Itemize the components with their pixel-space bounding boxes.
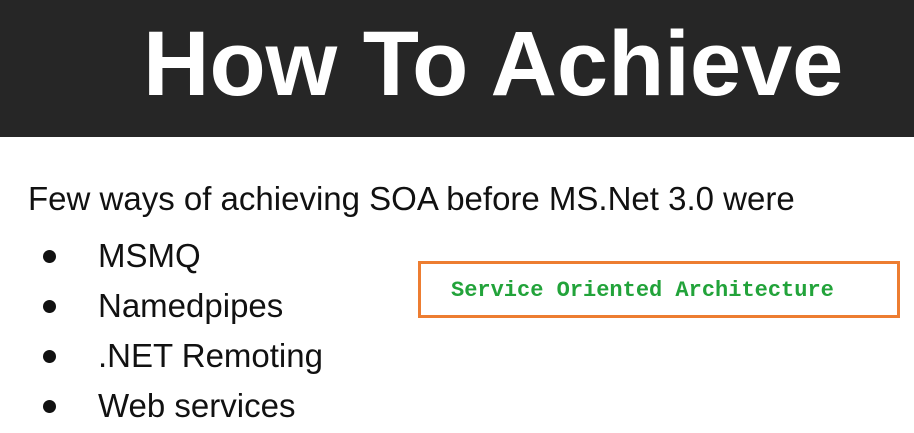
- bullet-dot-icon: [43, 400, 56, 413]
- bullet-label: Namedpipes: [98, 287, 284, 324]
- slide-title: How To Achieve: [143, 13, 844, 115]
- bullet-item-web-services: Web services: [0, 382, 420, 432]
- bullet-label: .NET Remoting: [98, 337, 323, 374]
- intro-text: Few ways of achieving SOA before MS.Net …: [28, 180, 795, 217]
- bullet-dot-icon: [43, 350, 56, 363]
- bullet-label: Web services: [98, 387, 296, 424]
- bullet-dot-icon: [43, 300, 56, 313]
- bullet-dot-icon: [43, 250, 56, 263]
- bullet-item-msmq: MSMQ: [0, 232, 420, 282]
- soa-annotation-text: Service Oriented Architecture: [451, 278, 834, 303]
- title-bar: How To Achieve: [0, 0, 914, 137]
- bullet-item-namedpipes: Namedpipes: [0, 282, 420, 332]
- bullet-item-net-remoting: .NET Remoting: [0, 332, 420, 382]
- bullet-label: MSMQ: [98, 237, 201, 274]
- soa-annotation-box: Service Oriented Architecture: [418, 261, 900, 318]
- bullet-list: MSMQ Namedpipes .NET Remoting Web servic…: [0, 232, 420, 432]
